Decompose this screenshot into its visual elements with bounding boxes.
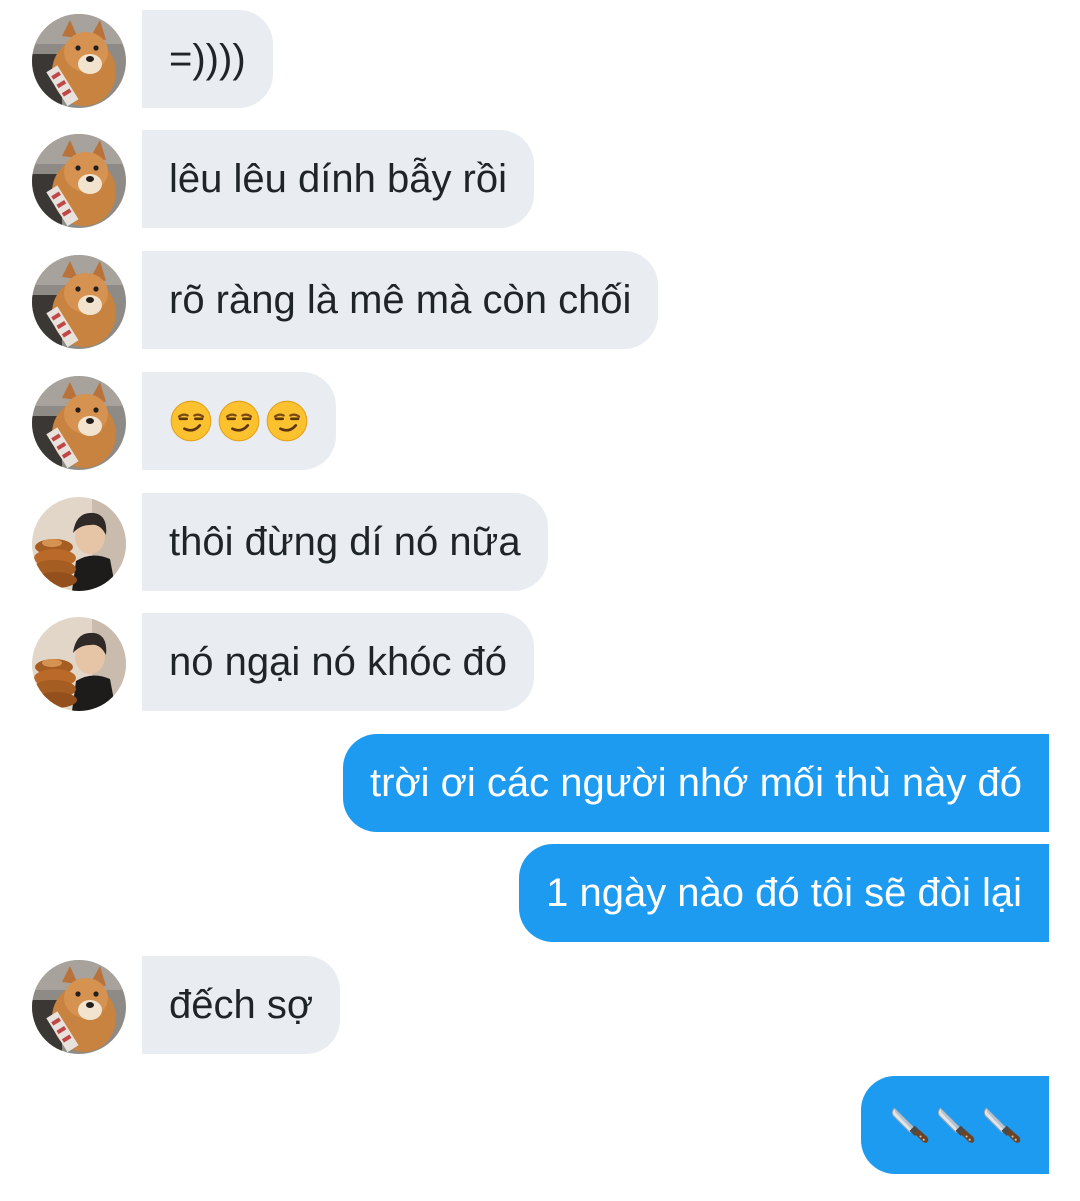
- shiba-avatar[interactable]: [32, 376, 126, 470]
- outgoing-message-bubble[interactable]: 1 ngày nào đó tôi sẽ đòi lại: [519, 844, 1049, 942]
- message-text: nó ngại nó khóc đó: [169, 640, 508, 684]
- message-bubble[interactable]: lêu lêu dính bẫy rồi: [142, 130, 535, 228]
- kitchen-knife-icon: [934, 1104, 976, 1146]
- message-text: trời ơi các người nhớ mối thù này đó: [370, 761, 1022, 805]
- smirking-face-icon: [217, 399, 261, 443]
- outgoing-emoji-message-bubble[interactable]: [861, 1076, 1049, 1174]
- message-text: rõ ràng là mê mà còn chối: [169, 278, 632, 322]
- message-bubble[interactable]: thôi đừng dí nó nữa: [142, 493, 548, 591]
- message-text: =)))): [169, 37, 246, 81]
- shiba-avatar[interactable]: [32, 134, 126, 228]
- message-bubble[interactable]: nó ngại nó khóc đó: [142, 613, 535, 711]
- shiba-avatar[interactable]: [32, 255, 126, 349]
- outgoing-message-bubble[interactable]: trời ơi các người nhớ mối thù này đó: [343, 734, 1049, 832]
- kitchen-knife-icon: [888, 1104, 930, 1146]
- chat-thread: =)))) lêu lêu dính bẫy rồi rõ ràng là mê…: [0, 0, 1080, 1201]
- emoji-message-bubble[interactable]: [142, 372, 336, 470]
- message-text: đếch sợ: [169, 983, 314, 1027]
- message-text: 1 ngày nào đó tôi sẽ đòi lại: [546, 871, 1022, 915]
- message-text: lêu lêu dính bẫy rồi: [169, 157, 508, 201]
- kitchen-knife-icon: [980, 1104, 1022, 1146]
- smirking-face-icon: [265, 399, 309, 443]
- person-avatar[interactable]: [32, 497, 126, 591]
- shiba-avatar[interactable]: [32, 960, 126, 1054]
- smirking-face-icon: [169, 399, 213, 443]
- message-bubble[interactable]: rõ ràng là mê mà còn chối: [142, 251, 659, 349]
- shiba-avatar[interactable]: [32, 14, 126, 108]
- person-avatar[interactable]: [32, 617, 126, 711]
- message-bubble[interactable]: =)))): [142, 10, 273, 108]
- message-bubble[interactable]: đếch sợ: [142, 956, 341, 1054]
- message-text: thôi đừng dí nó nữa: [169, 520, 521, 564]
